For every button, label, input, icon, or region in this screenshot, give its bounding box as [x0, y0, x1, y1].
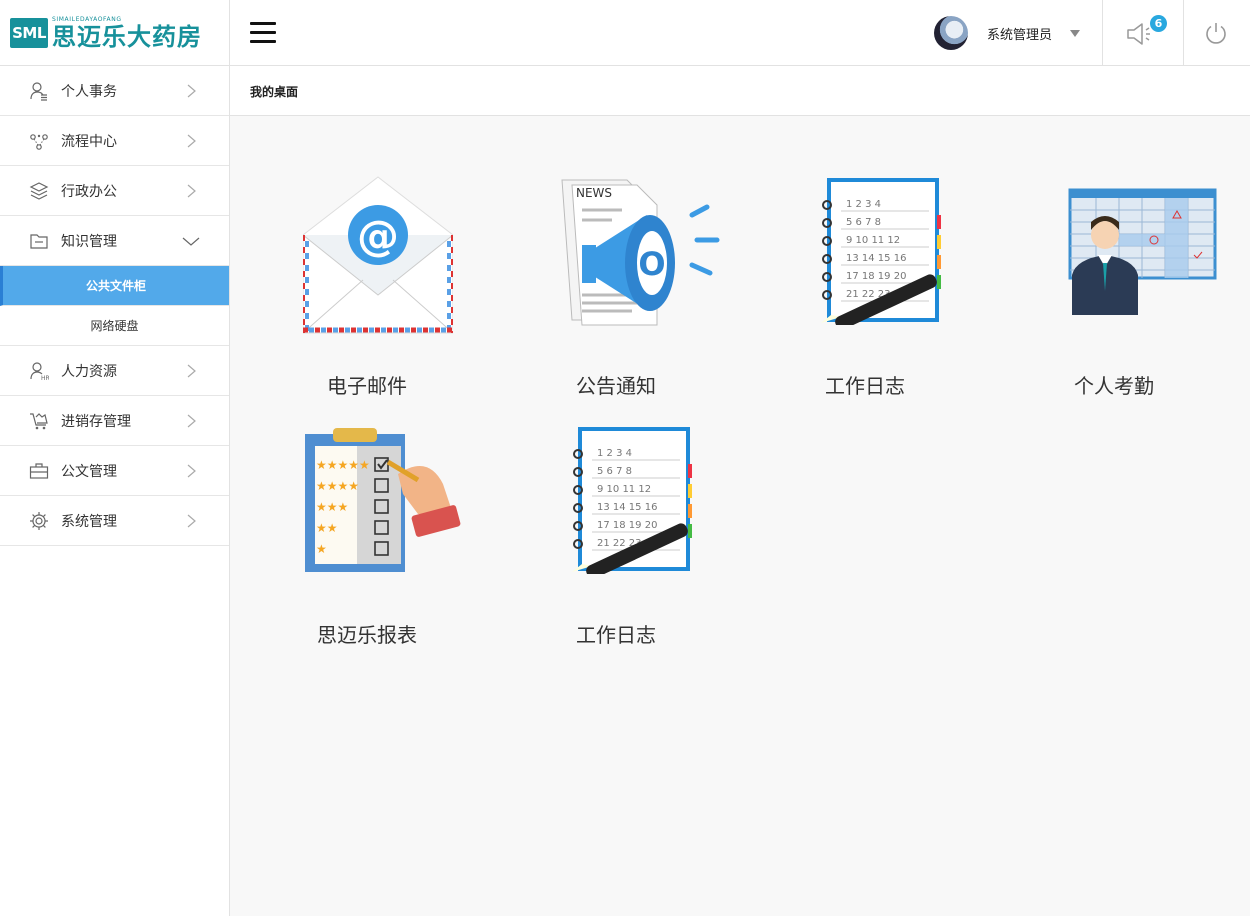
svg-text:13 14 15 16: 13 14 15 16	[846, 253, 906, 264]
svg-text:NEWS: NEWS	[576, 186, 612, 200]
workflow-icon	[30, 134, 48, 150]
sidebar-item-label: 进销存管理	[61, 413, 131, 430]
calendar-notebook-icon: 1 2 3 4 5 6 7 8 9 10 11 12 13 14 15 16 17 18…	[821, 178, 941, 325]
tile-attendance[interactable]: 个人考勤	[1014, 175, 1217, 415]
sidebar-item-label: 人力资源	[61, 363, 117, 380]
folder-icon	[30, 234, 48, 249]
clipboard-rating-icon: ★★★★★★★★★★★★★★★	[305, 428, 461, 572]
sidebar-item-label: 个人事务	[61, 83, 117, 100]
svg-text:@: @	[357, 211, 399, 260]
calendar-notebook-icon: 1 2 3 4 5 6 7 8 9 10 11 12 13 14 15 16 17 18…	[572, 427, 692, 574]
brand-logo[interactable]: SML SIMAILEDAYAOFANG 思迈乐大药房	[0, 0, 230, 66]
chevron-right-icon	[187, 414, 196, 428]
speaker-icon[interactable]	[1125, 21, 1153, 47]
header-divider	[1102, 0, 1103, 66]
tile-label: 个人考勤	[1074, 374, 1154, 398]
svg-text:★★★: ★★★	[316, 500, 348, 514]
sidebar-item-personal[interactable]: 个人事务	[0, 66, 229, 116]
svg-text:5 6 7 8: 5 6 7 8	[597, 466, 632, 477]
sidebar-item-inventory[interactable]: 进销存管理	[0, 396, 229, 446]
tile-report[interactable]: ★★★★★ ★★★★ ★★★ ★★ ★ 思迈乐报表	[267, 424, 467, 664]
svg-text:★★★★★: ★★★★★	[316, 458, 370, 472]
cart-icon	[30, 413, 48, 430]
logo-text: 思迈乐大药房	[52, 23, 202, 51]
tile-label: 工作日志	[576, 623, 656, 647]
svg-text:★: ★	[316, 542, 327, 556]
logo-badge: SML	[10, 18, 48, 48]
breadcrumb: 我的桌面	[230, 66, 1250, 116]
sidebar-item-label: 行政办公	[61, 183, 117, 200]
sidebar-item-label: 流程中心	[61, 133, 117, 150]
tile-label: 工作日志	[825, 374, 905, 398]
svg-text:O: O	[638, 245, 665, 283]
email-envelope-icon: @	[303, 176, 453, 334]
sidebar-item-admin-office[interactable]: 行政办公	[0, 166, 229, 216]
svg-text:1 2 3 4: 1 2 3 4	[597, 448, 632, 459]
svg-text:17 18 19 20: 17 18 19 20	[597, 520, 657, 531]
sidebar: 个人事务 流程中心 行政办公 知识管理 公共文件柜 网络硬盘 HR 人力资源 进…	[0, 66, 230, 916]
gear-icon	[30, 512, 48, 530]
chevron-right-icon	[187, 514, 196, 528]
breadcrumb-label: 我的桌面	[250, 85, 299, 99]
chevron-right-icon	[187, 364, 196, 378]
avatar	[934, 16, 968, 50]
tile-work-log[interactable]: 1 2 3 4 5 6 7 8 9 10 11 12 13 14 15 16 17 18…	[765, 175, 965, 415]
sidebar-item-knowledge[interactable]: 知识管理	[0, 216, 229, 266]
notification-badge: 6	[1150, 15, 1167, 32]
attendance-chart-icon	[1068, 188, 1217, 315]
tile-email[interactable]: @ 电子邮件	[267, 175, 467, 415]
briefcase-icon	[29, 463, 49, 479]
chevron-right-icon	[187, 134, 196, 148]
hr-person-icon: HR	[30, 362, 49, 381]
top-header: SML SIMAILEDAYAOFANG 思迈乐大药房 系统管理员 6	[0, 0, 1250, 66]
user-name: 系统管理员	[987, 27, 1053, 43]
tile-announcement[interactable]: NEWS O 公告通知	[516, 175, 720, 415]
tile-label: 公告通知	[576, 374, 656, 398]
tile-label: 电子邮件	[327, 374, 407, 398]
sidebar-item-workflow[interactable]: 流程中心	[0, 116, 229, 166]
sidebar-item-label: 知识管理	[61, 233, 117, 250]
chevron-right-icon	[187, 84, 196, 98]
chevron-down-icon	[182, 237, 200, 246]
svg-text:9 10 11 12: 9 10 11 12	[846, 235, 900, 246]
sidebar-item-system[interactable]: 系统管理	[0, 496, 229, 546]
news-megaphone-icon: NEWS O	[561, 179, 720, 326]
menu-toggle-icon[interactable]	[250, 22, 276, 44]
layers-icon	[29, 182, 49, 200]
header-divider	[1183, 0, 1184, 66]
sidebar-item-documents[interactable]: 公文管理	[0, 446, 229, 496]
svg-text:HR: HR	[41, 375, 49, 381]
svg-text:9 10 11 12: 9 10 11 12	[597, 484, 651, 495]
tile-work-log-2[interactable]: 1 2 3 4 5 6 7 8 9 10 11 12 13 14 15 16 17 18…	[516, 424, 716, 664]
svg-text:13 14 15 16: 13 14 15 16	[597, 502, 657, 513]
svg-text:5 6 7 8: 5 6 7 8	[846, 217, 881, 228]
sidebar-item-label: 公文管理	[61, 463, 117, 480]
person-list-icon	[30, 82, 47, 101]
sidebar-item-label: 系统管理	[61, 513, 117, 530]
svg-text:★★: ★★	[316, 521, 338, 535]
sidebar-item-hr[interactable]: HR 人力资源	[0, 346, 229, 396]
chevron-right-icon	[187, 464, 196, 478]
svg-text:★★★★: ★★★★	[316, 479, 359, 493]
sidebar-subitem-public-files[interactable]: 公共文件柜	[0, 266, 229, 306]
tile-label: 思迈乐报表	[317, 623, 417, 647]
svg-text:1 2 3 4: 1 2 3 4	[846, 199, 881, 210]
sidebar-subitem-network-disk[interactable]: 网络硬盘	[0, 306, 229, 346]
svg-text:17 18 19 20: 17 18 19 20	[846, 271, 906, 282]
chevron-right-icon	[187, 184, 196, 198]
user-menu[interactable]: 系统管理员	[934, 16, 1081, 50]
chevron-down-icon	[1070, 29, 1081, 37]
power-icon[interactable]	[1204, 21, 1228, 45]
